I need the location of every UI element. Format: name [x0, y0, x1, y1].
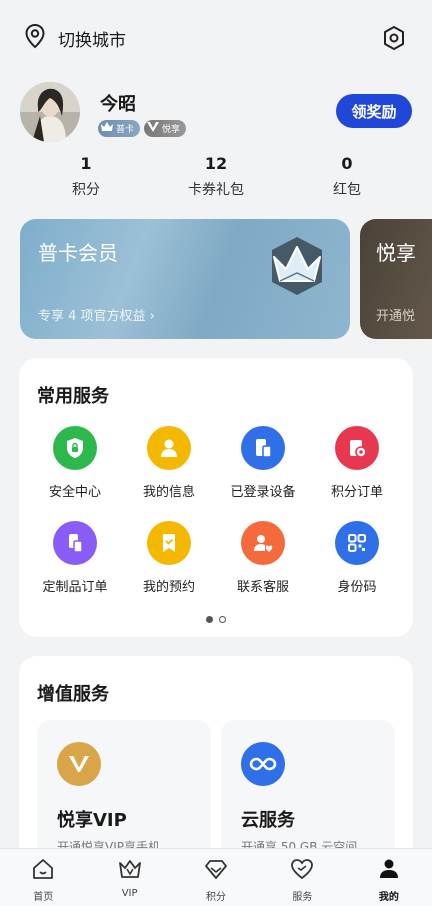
qr-code-icon — [335, 521, 379, 565]
tab-points[interactable]: 积分 — [173, 849, 259, 906]
service-label: 已登录设备 — [230, 485, 296, 500]
service-identity-code[interactable]: 身份码 — [310, 521, 404, 595]
stat-coupons-value: 12 — [204, 154, 228, 173]
top-bar: 切换城市 — [24, 18, 408, 58]
card-level-label: 普卡 — [116, 125, 135, 135]
common-services-panel: 常用服务 安全中心 我的信息 已登录设备 积分订单 定制品订单 我的预约 联系客… — [19, 358, 413, 637]
tab-home[interactable]: 首页 — [0, 849, 86, 906]
service-customer-support[interactable]: 联系客服 — [216, 521, 310, 595]
member-crown-icon — [266, 233, 328, 303]
vip-service-card[interactable]: 悦享VIP 开通悦享VIP享手机 — [37, 720, 211, 860]
cloud-service-title: 云服务 — [241, 810, 295, 831]
tab-points-label: 积分 — [206, 892, 227, 903]
service-label: 我的预约 — [142, 580, 195, 595]
claim-reward-button[interactable]: 领奖励 — [336, 94, 412, 128]
joy-member-title: 悦享 — [376, 241, 416, 265]
home-icon — [31, 857, 55, 885]
cloud-service-card[interactable]: 云服务 开通享 50 GB 云空间 — [221, 720, 395, 860]
vip-icon — [57, 742, 101, 786]
joy-level-badge[interactable]: 悦享 — [144, 120, 187, 137]
switch-city[interactable]: 切换城市 — [24, 23, 126, 54]
vip-v-icon — [146, 121, 160, 136]
switch-city-label: 切换城市 — [58, 30, 126, 51]
user-name: 今昭 — [100, 94, 136, 115]
service-label: 安全中心 — [48, 485, 101, 500]
tab-mine[interactable]: 我的 — [346, 849, 432, 906]
stat-coupons[interactable]: 12 卡券礼包 — [166, 154, 266, 199]
tab-services-label: 服务 — [292, 892, 313, 903]
service-logged-devices[interactable]: 已登录设备 — [216, 426, 310, 500]
pager-dot[interactable] — [219, 616, 226, 623]
pager-dots[interactable] — [206, 616, 226, 623]
vip-crown-icon — [118, 857, 142, 885]
tab-mine-label: 我的 — [378, 892, 399, 903]
tab-vip[interactable]: VIP — [86, 849, 172, 906]
service-label: 联系客服 — [236, 580, 289, 595]
avatar[interactable] — [20, 82, 80, 142]
person-icon — [147, 426, 191, 470]
tab-services[interactable]: 服务 — [259, 849, 345, 906]
stat-red-packets-label: 红包 — [333, 182, 361, 198]
service-label: 我的信息 — [142, 485, 195, 500]
member-card-carousel[interactable]: 普卡会员 专享 4 项官方权益 › 悦享 开通悦 — [20, 219, 432, 339]
person-icon — [377, 857, 401, 885]
standard-member-benefits-link[interactable]: 专享 4 项官方权益 › — [38, 305, 155, 324]
phone-order-icon — [53, 521, 97, 565]
stat-red-packets-value: 0 — [341, 154, 353, 173]
stat-points[interactable]: 1 积分 — [36, 154, 136, 199]
service-points-orders[interactable]: 积分订单 — [310, 426, 404, 500]
devices-icon — [241, 426, 285, 470]
crown-icon — [100, 121, 114, 136]
location-pin-icon — [24, 23, 46, 54]
stat-points-value: 1 — [80, 154, 92, 173]
badge-list: 普卡 悦享 — [98, 120, 187, 137]
joy-member-subtitle: 开通悦 — [376, 309, 416, 324]
service-label: 积分订单 — [330, 485, 383, 500]
pager-dot-active[interactable] — [206, 616, 213, 623]
service-my-reservations[interactable]: 我的预约 — [122, 521, 216, 595]
service-security-center[interactable]: 安全中心 — [28, 426, 122, 500]
service-label: 定制品订单 — [42, 580, 108, 595]
points-order-icon — [335, 426, 379, 470]
shield-icon — [53, 426, 97, 470]
common-services-title: 常用服务 — [37, 386, 109, 407]
stats-row: 1 积分 12 卡券礼包 0 红包 — [0, 154, 432, 204]
stat-red-packets[interactable]: 0 红包 — [297, 154, 397, 199]
cloud-infinity-icon — [241, 742, 285, 786]
service-custom-orders[interactable]: 定制品订单 — [28, 521, 122, 595]
card-level-badge[interactable]: 普卡 — [98, 120, 141, 137]
standard-member-card[interactable]: 普卡会员 专享 4 项官方权益 › — [20, 219, 350, 339]
bottom-tab-bar: 首页 VIP 积分 服务 我的 — [0, 848, 432, 906]
stat-coupons-label: 卡券礼包 — [188, 182, 244, 198]
heart-service-icon — [290, 857, 314, 885]
joy-member-card[interactable]: 悦享 开通悦 — [360, 219, 432, 339]
joy-level-label: 悦享 — [162, 125, 181, 135]
service-my-info[interactable]: 我的信息 — [122, 426, 216, 500]
profile-header: 今昭 普卡 悦享 领奖励 — [20, 82, 412, 144]
tab-home-label: 首页 — [33, 892, 54, 903]
bookmark-icon — [147, 521, 191, 565]
standard-member-title: 普卡会员 — [38, 241, 118, 265]
value-services-title: 增值服务 — [37, 684, 109, 705]
settings-icon[interactable] — [380, 24, 408, 52]
diamond-icon — [204, 857, 228, 885]
stat-points-label: 积分 — [72, 182, 100, 198]
service-label: 身份码 — [337, 580, 377, 595]
tab-vip-label: VIP — [121, 888, 138, 899]
vip-service-title: 悦享VIP — [57, 810, 127, 831]
customer-service-icon — [241, 521, 285, 565]
